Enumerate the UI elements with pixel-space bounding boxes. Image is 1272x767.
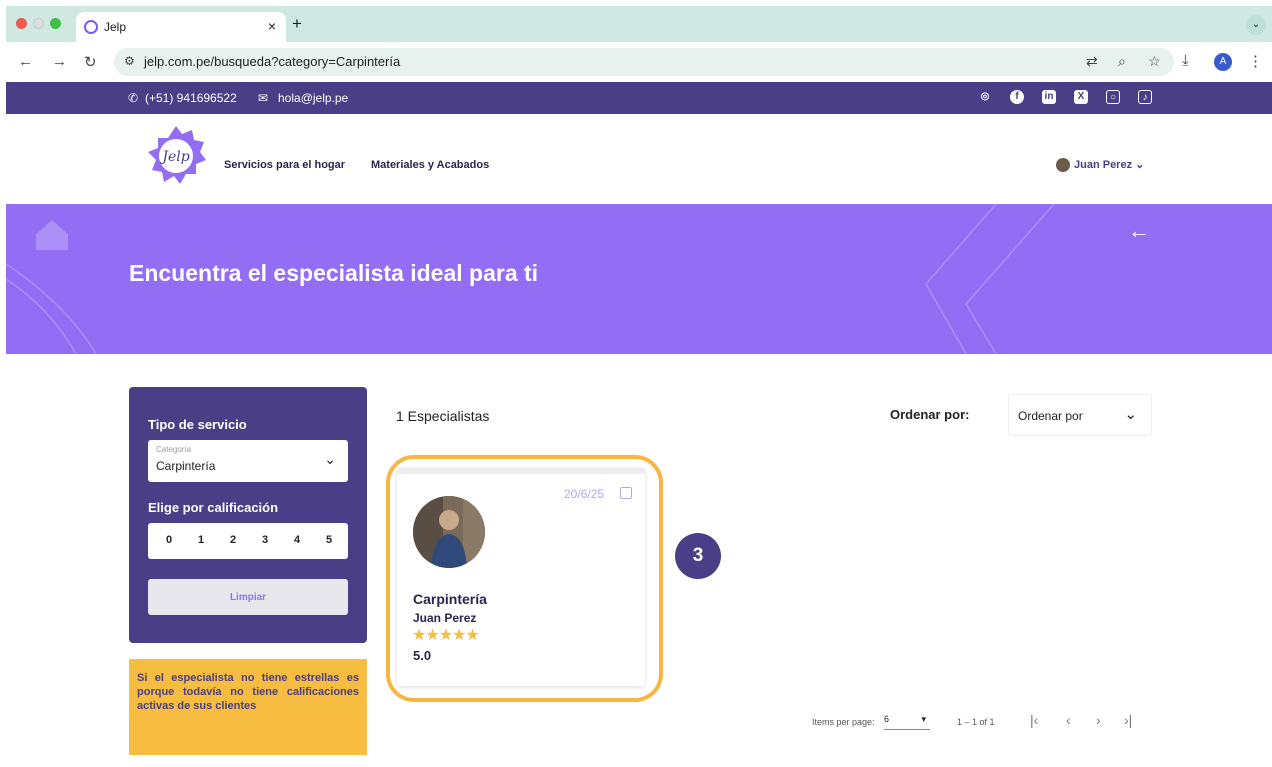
category-select[interactable]: Categoría Carpintería ⌄ bbox=[148, 440, 348, 482]
zoom-icon[interactable]: ⌕ bbox=[1118, 53, 1126, 70]
first-page-icon[interactable]: |‹ bbox=[1030, 712, 1038, 728]
nav-materials[interactable]: Materiales y Acabados bbox=[371, 159, 489, 171]
email-address[interactable]: hola@jelp.pe bbox=[278, 91, 348, 105]
linkedin-icon[interactable]: in bbox=[1042, 90, 1056, 104]
tiktok-icon[interactable]: ♪ bbox=[1138, 90, 1152, 104]
close-window-button[interactable] bbox=[16, 18, 27, 29]
instagram-icon[interactable]: ○ bbox=[1106, 90, 1120, 104]
bookmark-star-icon[interactable]: ☆ bbox=[1148, 53, 1161, 70]
browser-tab-bar: Jelp × + ⌄ bbox=[6, 6, 1272, 42]
contact-top-bar: ✆ (+51) 941696522 ✉ hola@jelp.pe ◎ f in … bbox=[6, 82, 1272, 114]
browser-tab[interactable]: Jelp × bbox=[76, 12, 286, 42]
logo-text: Jelp bbox=[159, 149, 189, 165]
nav-home-services[interactable]: Servicios para el hogar bbox=[224, 159, 345, 171]
service-type-heading: Tipo de servicio bbox=[148, 417, 247, 432]
pagination-range: 1 – 1 of 1 bbox=[957, 717, 995, 727]
user-name: Juan Perez bbox=[1074, 159, 1133, 171]
rating-option-5[interactable]: 5 bbox=[326, 534, 332, 546]
card-date: 20/6/25 bbox=[564, 487, 605, 501]
sort-select[interactable]: Ordenar por ⌄ bbox=[1008, 394, 1152, 436]
jelp-logo[interactable]: Jelp bbox=[144, 124, 208, 188]
maximize-window-button[interactable] bbox=[50, 18, 61, 29]
main-content: Tipo de servicio Categoría Carpintería ⌄… bbox=[6, 354, 1272, 767]
hero-title: Encuentra el especialista ideal para ti bbox=[129, 260, 539, 286]
back-arrow-icon[interactable]: ← bbox=[18, 53, 33, 70]
next-page-icon[interactable]: › bbox=[1096, 712, 1101, 728]
clear-filters-button[interactable]: Limpiar bbox=[148, 579, 348, 615]
whatsapp-icon[interactable]: ◎ bbox=[978, 90, 992, 104]
sort-select-value: Ordenar por bbox=[1018, 409, 1083, 423]
card-specialist-name: Juan Perez bbox=[413, 611, 477, 625]
items-per-page-value: 6 bbox=[884, 714, 890, 724]
rating-option-4[interactable]: 4 bbox=[294, 534, 300, 546]
back-arrow-icon[interactable]: ← bbox=[1128, 218, 1150, 244]
site-settings-icon[interactable]: ⚙ bbox=[124, 54, 135, 68]
sort-label: Ordenar por: bbox=[890, 407, 970, 422]
more-menu-icon[interactable]: ⋮ bbox=[1248, 52, 1263, 70]
card-score: 5.0 bbox=[413, 648, 432, 663]
browser-toolbar: ← → ↻ ⚙ jelp.com.pe/busqueda?category=Ca… bbox=[6, 42, 1272, 82]
address-bar[interactable]: ⚙ jelp.com.pe/busqueda?category=Carpinte… bbox=[114, 48, 1174, 76]
previous-page-icon[interactable]: ‹ bbox=[1066, 712, 1071, 728]
minimize-window-button[interactable] bbox=[33, 18, 44, 29]
star-rating: ★★★★★ bbox=[412, 627, 480, 644]
specialist-avatar bbox=[413, 496, 485, 568]
calendar-icon bbox=[620, 487, 632, 499]
jelp-favicon-icon bbox=[84, 20, 98, 34]
user-menu[interactable]: Juan Perez ⌄ bbox=[1056, 158, 1145, 173]
rating-option-1[interactable]: 1 bbox=[198, 534, 204, 546]
house-icon bbox=[36, 220, 68, 250]
rating-option-0[interactable]: 0 bbox=[166, 534, 172, 546]
tab-search-button[interactable]: ⌄ bbox=[1246, 15, 1266, 35]
rating-selector: 0 1 2 3 4 5 bbox=[148, 523, 348, 559]
profile-avatar[interactable]: A bbox=[1214, 53, 1232, 71]
caret-down-icon: ▾ bbox=[921, 714, 926, 724]
items-per-page-label: Items per page: bbox=[812, 717, 875, 727]
specialist-card[interactable]: 20/6/25 Carpintería Juan Perez ★★★★★ 5.0 bbox=[397, 468, 645, 686]
chevron-down-icon: ⌄ bbox=[1124, 406, 1137, 423]
translate-icon[interactable]: ⇄ bbox=[1086, 53, 1098, 70]
step-number-badge: 3 bbox=[675, 533, 721, 579]
mail-icon: ✉ bbox=[258, 91, 269, 105]
url-text[interactable]: jelp.com.pe/busqueda?category=Carpinterí… bbox=[144, 54, 400, 69]
phone-number[interactable]: (+51) 941696522 bbox=[145, 91, 237, 105]
phone-icon: ✆ bbox=[128, 91, 139, 105]
rating-heading: Elige por calificación bbox=[148, 500, 279, 515]
download-icon[interactable]: ⤓ bbox=[1182, 52, 1189, 69]
card-category: Carpintería bbox=[413, 591, 487, 607]
rating-notice: Si el especialista no tiene estrellas es… bbox=[129, 659, 367, 755]
facebook-icon[interactable]: f bbox=[1010, 90, 1024, 104]
category-select-value: Carpintería bbox=[156, 459, 216, 473]
tab-close-icon[interactable]: × bbox=[268, 18, 276, 34]
x-icon[interactable]: X bbox=[1074, 90, 1088, 104]
rating-option-3[interactable]: 3 bbox=[262, 534, 268, 546]
category-select-label: Categoría bbox=[156, 445, 192, 454]
chevron-down-icon: ⌄ bbox=[1135, 159, 1145, 171]
items-per-page-select[interactable]: 6 ▾ bbox=[884, 714, 930, 730]
last-page-icon[interactable]: ›| bbox=[1124, 712, 1132, 728]
chevron-down-icon: ⌄ bbox=[324, 451, 336, 467]
results-count: 1 Especialistas bbox=[396, 408, 490, 424]
user-avatar bbox=[1056, 158, 1070, 173]
hero-banner: ← Encuentra el especialista ideal para t… bbox=[6, 204, 1272, 354]
tab-title: Jelp bbox=[104, 20, 127, 34]
filter-panel: Tipo de servicio Categoría Carpintería ⌄… bbox=[129, 387, 367, 643]
site-header: Jelp Servicios para el hogar Materiales … bbox=[6, 114, 1272, 204]
reload-icon[interactable]: ↻ bbox=[84, 53, 97, 71]
forward-arrow-icon[interactable]: → bbox=[52, 53, 67, 70]
new-tab-button[interactable]: + bbox=[292, 14, 302, 34]
rating-option-2[interactable]: 2 bbox=[230, 534, 236, 546]
browser-window: Jelp × + ⌄ ← → ↻ ⚙ jelp.com.pe/busqueda?… bbox=[6, 6, 1272, 767]
